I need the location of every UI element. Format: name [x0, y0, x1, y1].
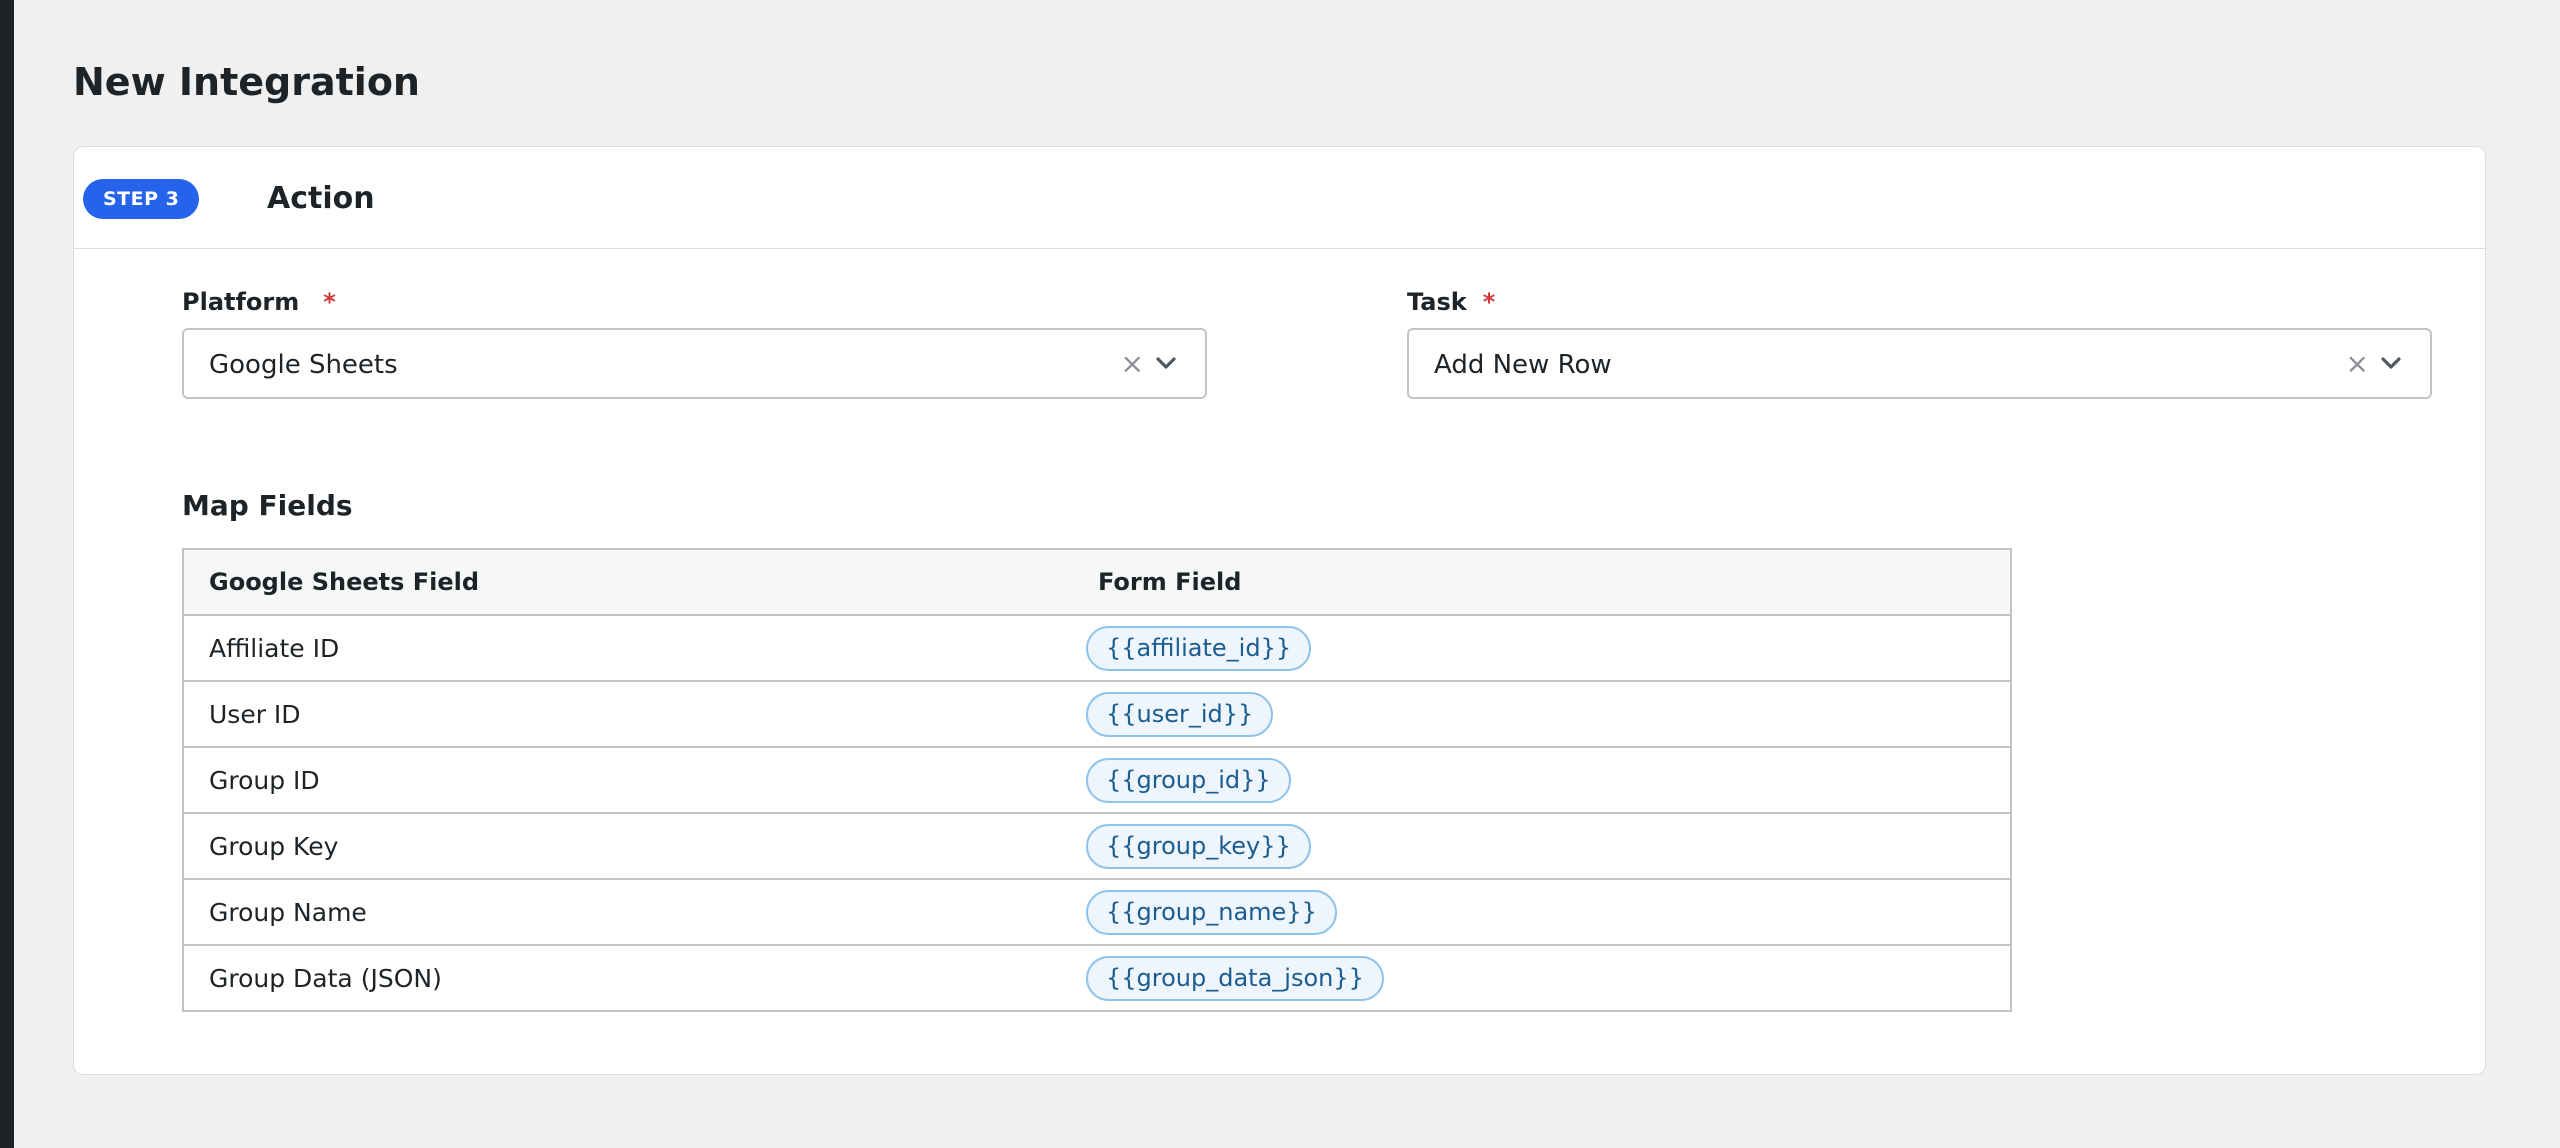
map-fields-title: Map Fields	[182, 489, 353, 522]
admin-sidebar-edge	[0, 0, 14, 1148]
platform-select-value: Google Sheets	[209, 350, 398, 380]
field-mapping-table: Google Sheets Field Form Field Affiliate…	[182, 548, 2012, 1012]
task-select-value: Add New Row	[1434, 350, 1612, 380]
close-icon[interactable]: ×	[1121, 348, 1144, 380]
column-header-sheets-field: Google Sheets Field	[183, 549, 1086, 616]
sheets-field-name: Group Data (JSON)	[209, 963, 442, 993]
task-required-mark: *	[1482, 288, 1496, 316]
form-field-token[interactable]: {{group_key}}	[1086, 823, 1311, 869]
chevron-down-icon[interactable]	[2380, 352, 2402, 374]
table-row: Group ID {{group_id}}	[183, 747, 2011, 814]
form-field-token[interactable]: {{group_name}}	[1086, 889, 1337, 935]
page-title: New Integration	[73, 60, 420, 104]
task-select[interactable]: Add New Row ×	[1407, 328, 2432, 399]
form-field-token[interactable]: {{group_data_json}}	[1086, 955, 1384, 1001]
table-row: User ID {{user_id}}	[183, 681, 2011, 748]
form-field-token[interactable]: {{user_id}}	[1086, 691, 1274, 737]
table-header-row: Google Sheets Field Form Field	[183, 549, 2011, 616]
form-field-token[interactable]: {{affiliate_id}}	[1086, 625, 1312, 671]
step-badge: STEP 3	[83, 179, 200, 219]
sheets-field-name: Group Name	[183, 879, 1086, 946]
sheets-field-name: Group ID	[183, 747, 1086, 814]
table-row: Affiliate ID {{affiliate_id}}	[183, 615, 2011, 682]
platform-label-text: Platform	[182, 288, 300, 316]
table-row: Group Key {{group_key}}	[183, 813, 2011, 880]
table-row: Group Data (JSON) {{group_data_json}}	[183, 945, 2011, 1011]
platform-label: Platform *	[182, 287, 336, 317]
task-label: Task *	[1407, 287, 1495, 317]
task-label-text: Task	[1407, 288, 1467, 316]
sheets-field-name: User ID	[183, 681, 1086, 748]
platform-select[interactable]: Google Sheets ×	[182, 328, 1207, 399]
sheets-field-name: Affiliate ID	[183, 615, 1086, 682]
sheets-field-name: Group Key	[183, 813, 1086, 880]
table-row: Group Name {{group_name}}	[183, 879, 2011, 946]
chevron-down-icon[interactable]	[1155, 352, 1177, 374]
platform-required-mark: *	[323, 288, 336, 316]
step-title: Action	[267, 181, 375, 216]
close-icon[interactable]: ×	[2346, 348, 2369, 380]
form-field-token[interactable]: {{group_id}}	[1086, 757, 1291, 803]
card-header: STEP 3 Action	[74, 147, 2485, 249]
column-header-form-field: Form Field	[1086, 549, 2011, 616]
